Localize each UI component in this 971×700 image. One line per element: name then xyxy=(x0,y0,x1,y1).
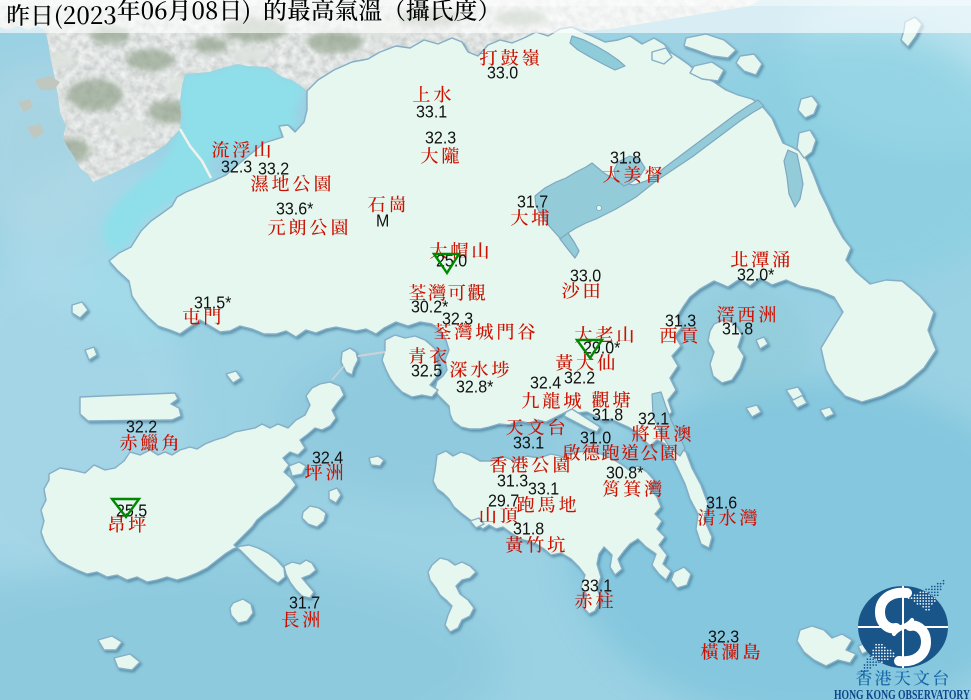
svg-text:29.7: 29.7 xyxy=(488,491,519,511)
svg-text:32.3: 32.3 xyxy=(425,128,456,148)
svg-text:31.8: 31.8 xyxy=(592,405,623,425)
svg-text:31.5*: 31.5* xyxy=(194,293,232,313)
svg-text:32.8*: 32.8* xyxy=(456,377,494,397)
svg-text:33.0: 33.0 xyxy=(487,63,518,83)
svg-text:33.0: 33.0 xyxy=(570,266,601,286)
svg-text:32.3: 32.3 xyxy=(708,627,739,647)
svg-text:33.1: 33.1 xyxy=(416,102,447,122)
svg-text:32.1: 32.1 xyxy=(638,409,669,429)
svg-text:31.3: 31.3 xyxy=(665,311,696,331)
svg-text:30.8*: 30.8* xyxy=(606,463,644,483)
svg-text:31.8: 31.8 xyxy=(610,148,641,168)
svg-text:32.2: 32.2 xyxy=(126,417,157,437)
svg-text:31.8: 31.8 xyxy=(722,319,753,339)
svg-text:32.5: 32.5 xyxy=(411,361,442,381)
svg-text:32.4: 32.4 xyxy=(530,373,561,393)
svg-text:32.2: 32.2 xyxy=(564,368,595,388)
svg-text:31.8: 31.8 xyxy=(513,519,544,539)
svg-text:32.3: 32.3 xyxy=(221,157,252,177)
svg-text:33.1: 33.1 xyxy=(513,433,544,453)
svg-text:31.7: 31.7 xyxy=(289,593,320,613)
svg-text:31.3: 31.3 xyxy=(497,471,528,491)
svg-text:33.1: 33.1 xyxy=(581,576,612,596)
svg-text:32.0*: 32.0* xyxy=(737,265,775,285)
svg-text:31.6: 31.6 xyxy=(706,493,737,513)
svg-text:HONG KONG OBSERVATORY: HONG KONG OBSERVATORY xyxy=(834,687,970,700)
svg-text:32.4: 32.4 xyxy=(312,448,343,468)
svg-text:33.1: 33.1 xyxy=(528,479,559,499)
svg-text:31.0: 31.0 xyxy=(580,428,611,448)
svg-text:31.7: 31.7 xyxy=(517,192,548,212)
svg-text:33.6*: 33.6* xyxy=(276,199,314,219)
svg-text:33.2: 33.2 xyxy=(258,159,289,179)
svg-text:M: M xyxy=(376,211,389,231)
